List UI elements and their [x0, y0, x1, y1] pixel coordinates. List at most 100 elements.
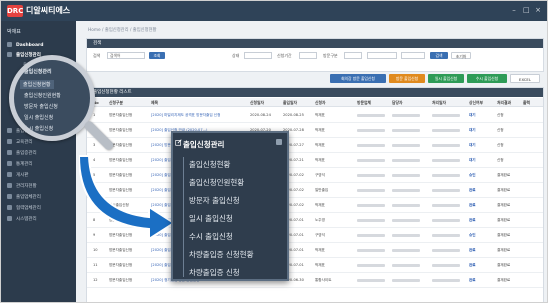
arrow-shape — [79, 155, 176, 241]
table-cell-type: 방문자출입신청 — [109, 278, 133, 282]
redaction-bar — [357, 218, 385, 222]
lens-item: 일시 출입신청 — [24, 115, 54, 121]
close-icon[interactable]: × — [535, 7, 541, 14]
table-cell-no: 10 — [93, 248, 98, 252]
search-panel-title: 검색 — [87, 39, 543, 48]
column-header[interactable]: 신청구분 — [109, 98, 123, 107]
visit-request-button[interactable]: 방문 출입신청 — [389, 74, 425, 83]
popup-item-vehicle-request[interactable]: 차량출입증 신청 — [189, 267, 240, 278]
sidebar-user[interactable]: 박재표 — [7, 28, 21, 35]
sidebar-item-stats[interactable]: 통계관리 — [7, 160, 33, 169]
minimize-icon[interactable]: – — [511, 7, 517, 14]
excel-button[interactable]: EXCEL — [510, 74, 540, 83]
sidebar-item-partner[interactable]: 협력업체관리 — [7, 204, 41, 213]
table-cell-state[interactable]: 완료 — [469, 243, 476, 258]
table-cell-state[interactable]: 대기 — [469, 138, 476, 153]
redaction-bar — [392, 203, 420, 207]
popup-item-vehicle-status[interactable]: 차량출입증 신청현황 — [189, 249, 253, 260]
redacted-cell — [392, 258, 420, 273]
redacted-cell — [432, 168, 460, 183]
column-header[interactable]: 방문업체 — [357, 98, 371, 107]
redaction-bar — [392, 263, 420, 267]
table-cell-applicant: 구영석 — [315, 233, 325, 237]
table-cell-state[interactable]: 대기 — [469, 123, 476, 138]
popup-item-request-status[interactable]: 출입신청현황 — [189, 159, 230, 170]
column-header[interactable]: 상신여부 — [469, 98, 483, 107]
sidebar-item-pass[interactable]: 출입증관리 — [7, 149, 37, 158]
popup-item-regular-request[interactable]: 수시 출입신청 — [189, 231, 233, 242]
table-row[interactable]: 12방문자출입신청[2020] 정기점검 방문 출입신청2020-06-2920… — [87, 273, 543, 288]
table-cell-title[interactable]: [2020] 마일리지제도 공격표 방문자출입 신청 — [151, 108, 246, 123]
redaction-bar — [432, 173, 460, 177]
sidebar-item-admin[interactable]: 관리자현황 — [7, 182, 37, 191]
lookup-button[interactable]: 조회 — [149, 52, 165, 59]
table-cell-applicant: 박재표 — [315, 113, 325, 117]
table-cell-state[interactable]: 완료 — [469, 273, 476, 288]
type-select[interactable] — [344, 52, 362, 59]
search-button[interactable]: 검색 — [430, 52, 448, 59]
sidebar-item-education[interactable]: 교육관리 — [7, 138, 33, 147]
redacted-cell — [432, 183, 460, 198]
redacted-cell — [357, 123, 385, 138]
redacted-cell — [357, 183, 385, 198]
reset-button[interactable]: 초기화 — [451, 52, 471, 59]
table-cell-state[interactable]: 대기 — [469, 153, 476, 168]
table-cell-state[interactable]: 완료 — [469, 183, 476, 198]
table-cell-state[interactable]: 완료 — [469, 213, 476, 228]
table-row[interactable]: 11방문자출입신청[2020] 출입신청2020-06-292020-07-01… — [87, 258, 543, 273]
period-label: 신청기간 — [277, 53, 292, 58]
redaction-bar — [432, 158, 460, 162]
table-cell-result: 결재완료 — [497, 248, 511, 252]
popup-item-visitor-request[interactable]: 방문자 출입신청 — [189, 195, 240, 206]
status-select[interactable] — [244, 52, 272, 59]
column-header[interactable]: 처리결과 — [497, 98, 511, 107]
lens-item-highlighted: 출입신청현황 — [20, 80, 54, 89]
redaction-bar — [357, 113, 385, 117]
table-row[interactable]: 10방문자출입신청[2020] 출입신청2020-07-012020-07-01… — [87, 243, 543, 258]
column-header[interactable]: 신청일자 — [250, 98, 264, 107]
extra-select-2[interactable] — [401, 52, 425, 59]
table-cell-state[interactable]: 완료 — [469, 258, 476, 273]
board-icon — [7, 172, 12, 177]
table-cell-date: 2020-08-24 — [250, 113, 271, 117]
temporary-request-button[interactable]: 일시 출입신청 — [428, 74, 464, 83]
redacted-cell — [357, 198, 385, 213]
popup-close-icon[interactable] — [276, 139, 282, 145]
redaction-bar — [357, 173, 385, 177]
column-header[interactable]: 담당자 — [392, 98, 402, 107]
column-header[interactable]: 처리일자 — [432, 98, 446, 107]
redaction-bar — [432, 218, 460, 222]
redaction-bar — [357, 143, 385, 147]
extra-select[interactable] — [367, 52, 397, 59]
redacted-cell — [432, 138, 460, 153]
sidebar-item-company[interactable]: 출입업체관리 — [7, 193, 41, 202]
column-header[interactable]: 신청자 — [315, 98, 325, 107]
redacted-cell — [392, 228, 420, 243]
popup-item-personnel-status[interactable]: 출입신청인원현황 — [189, 177, 244, 188]
column-header[interactable]: 제목 — [151, 98, 158, 107]
table-cell-state[interactable]: 대기 — [469, 108, 476, 123]
table-row[interactable]: 2방문자출입신청[2020] 출입신청 안내 (2020-07...)2020-… — [87, 123, 543, 138]
maximize-icon[interactable]: □ — [523, 7, 530, 14]
table-cell-result: 결재완료 — [497, 263, 511, 267]
table-cell-state[interactable]: 승인 — [469, 168, 476, 183]
column-header[interactable]: 출입일자 — [283, 98, 297, 107]
sidebar-item-board[interactable]: 게시판 — [7, 171, 28, 180]
popup-item-temporary-request[interactable]: 일시 출입신청 — [189, 213, 233, 224]
type-label: 방문구분 — [323, 53, 338, 58]
table-cell-no: 12 — [93, 278, 98, 282]
sidebar-item-system[interactable]: 시스템관리 — [7, 215, 37, 224]
regular-request-button[interactable]: 수시 출입신청 — [467, 74, 507, 83]
sidebar-item-dashboard[interactable]: Dashboard — [7, 41, 43, 50]
period-select[interactable] — [299, 52, 317, 59]
meeting-visit-request-button[interactable]: 회의장 방문 출입신청 — [330, 74, 386, 83]
gear-icon — [7, 216, 12, 221]
user-icon — [7, 183, 12, 188]
table-cell-applicant: 박재표 — [315, 128, 325, 132]
book-icon — [7, 139, 12, 144]
table-cell-state[interactable]: 승인 — [469, 228, 476, 243]
table-cell-state[interactable]: 완료 — [469, 198, 476, 213]
column-header[interactable]: 출력 — [523, 98, 530, 107]
table-row[interactable]: 1 방문자출입신청 [2020] 마일리지제도 공격표 방문자출입 신청 2020-0… — [87, 108, 543, 123]
keyword-input[interactable]: 검색어 — [107, 52, 145, 59]
